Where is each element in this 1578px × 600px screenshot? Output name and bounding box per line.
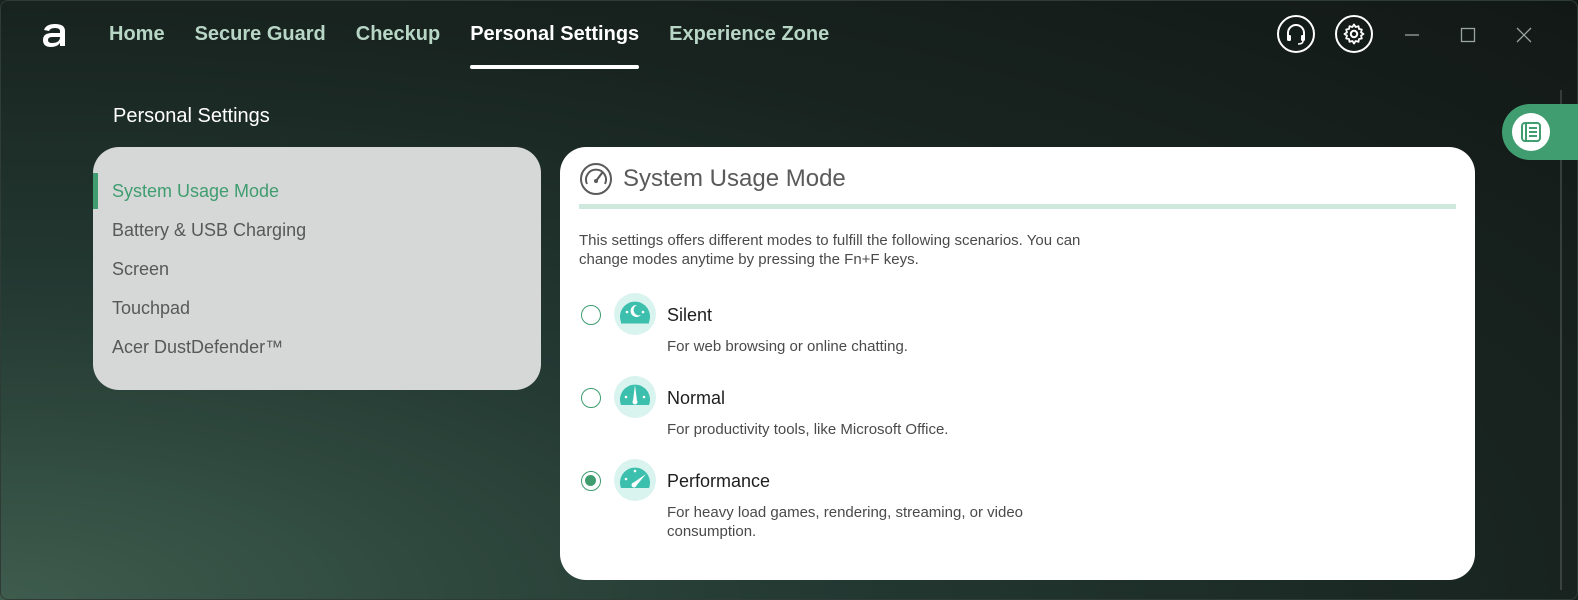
scroll-track: [1560, 90, 1562, 590]
acer-logo-icon: [43, 24, 65, 47]
gear-icon: [1343, 23, 1365, 45]
side-panel-button[interactable]: [1502, 104, 1578, 160]
sidebar-item-system-usage-mode[interactable]: System Usage Mode: [93, 171, 541, 211]
sidebar-item-touchpad[interactable]: Touchpad: [93, 288, 541, 328]
support-button[interactable]: [1277, 15, 1315, 53]
main-nav: Home Secure Guard Checkup Personal Setti…: [109, 18, 859, 69]
performance-gauge-icon: [614, 459, 656, 501]
sidebar-item-screen[interactable]: Screen: [93, 249, 541, 289]
settings-sidebar: System Usage Mode Battery & USB Charging…: [93, 147, 541, 390]
close-button[interactable]: [1509, 20, 1539, 50]
tab-experience-zone[interactable]: Experience Zone: [669, 18, 829, 52]
silent-gauge-icon: [614, 293, 656, 335]
tab-personal-settings[interactable]: Personal Settings: [470, 18, 639, 69]
tab-secure-guard[interactable]: Secure Guard: [195, 18, 326, 52]
tab-home[interactable]: Home: [109, 18, 165, 52]
mode-name-normal: Normal: [667, 388, 726, 408]
maximize-button[interactable]: [1453, 20, 1483, 50]
speedometer-icon: [580, 163, 612, 195]
radio-performance[interactable]: [581, 471, 601, 491]
sidebar-item-battery-usb-charging[interactable]: Battery & USB Charging: [93, 210, 541, 250]
mode-name-performance: Performance: [667, 471, 771, 491]
minimize-icon: [1405, 34, 1419, 36]
system-usage-mode-panel: System Usage Mode This settings offers d…: [560, 147, 1475, 580]
mode-desc-normal: For productivity tools, like Microsoft O…: [667, 421, 949, 438]
section-description: This settings offers different modes to …: [579, 232, 1081, 268]
mode-desc-performance: For heavy load games, rendering, streami…: [667, 504, 1024, 540]
minimize-button[interactable]: [1397, 20, 1427, 50]
normal-gauge-icon: [614, 376, 656, 418]
sidebar-item-dustdefender[interactable]: Acer DustDefender™: [93, 327, 541, 367]
settings-button[interactable]: [1335, 15, 1373, 53]
mode-name-silent: Silent: [667, 305, 713, 325]
radio-normal[interactable]: [581, 388, 601, 408]
close-icon: [1516, 27, 1532, 43]
headset-icon: [1287, 24, 1305, 45]
side-panel-icon-bg: [1512, 113, 1550, 151]
maximize-icon: [1460, 27, 1476, 43]
section-divider: [579, 204, 1456, 209]
tab-checkup[interactable]: Checkup: [356, 18, 440, 52]
page-title: Personal Settings: [113, 105, 270, 127]
mode-desc-silent: For web browsing or online chatting.: [667, 338, 908, 355]
list-panel-icon: [1521, 122, 1541, 142]
section-title: System Usage Mode: [623, 165, 846, 192]
radio-silent[interactable]: [581, 305, 601, 325]
